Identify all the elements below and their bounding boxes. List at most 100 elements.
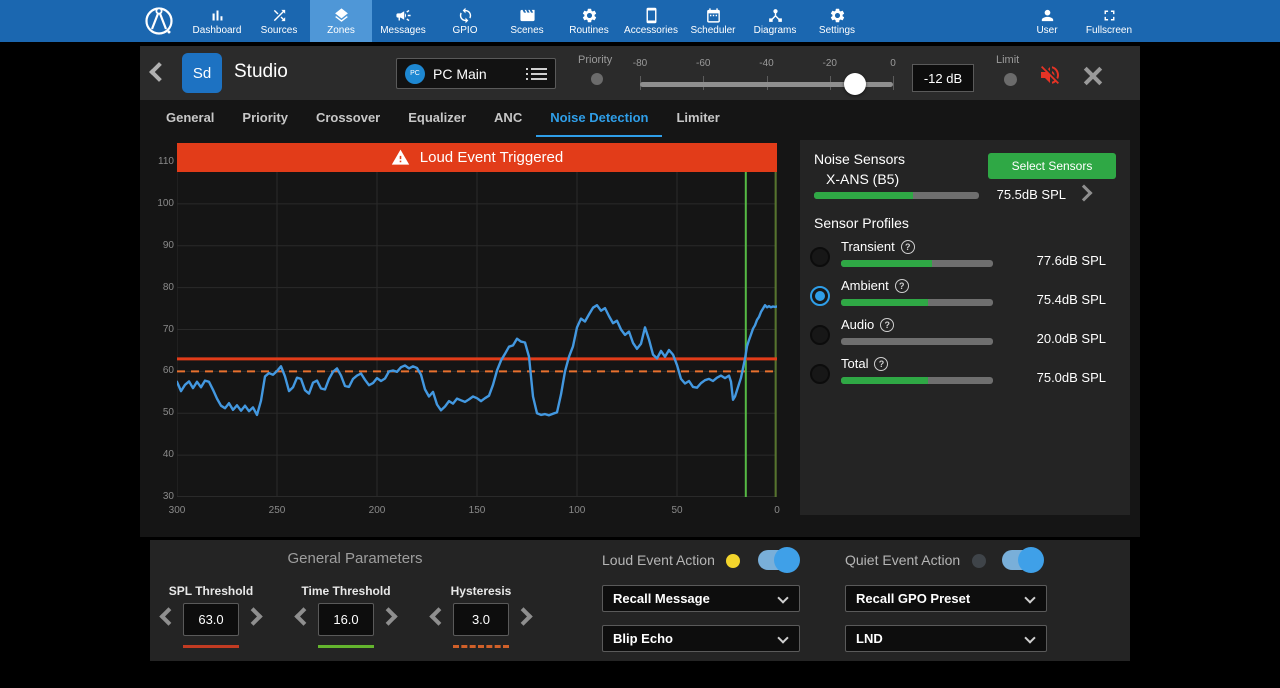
sources-icon — [271, 7, 288, 24]
profile-bar — [841, 260, 993, 267]
spl-threshold-label: SPL Threshold — [151, 584, 271, 598]
help-icon[interactable]: ? — [895, 279, 909, 293]
limit-label: Limit — [996, 54, 1019, 66]
nav-item-scenes[interactable]: Scenes — [496, 0, 558, 42]
zone-badge[interactable]: Sd — [182, 53, 222, 93]
audio-radio[interactable] — [810, 325, 830, 345]
hysteresis-field[interactable] — [453, 603, 509, 636]
loud-action-dropdown[interactable]: Recall Message — [602, 585, 800, 612]
volume-tick-label: -40 — [752, 58, 782, 69]
source-avatar: PC — [405, 64, 425, 84]
nav-item-label: Settings — [819, 25, 855, 36]
hysteresis-underline — [453, 645, 509, 648]
profile-value: 75.0dB SPL — [1037, 370, 1106, 385]
nav-item-label: Accessories — [624, 25, 678, 36]
volume-tick-mark — [893, 76, 894, 90]
user-icon — [1039, 7, 1056, 24]
loud-event-indicator — [726, 554, 740, 568]
zone-tabs: GeneralPriorityCrossoverEqualizerANCNois… — [152, 100, 734, 137]
y-tick-label: 30 — [150, 491, 174, 502]
tab-equalizer[interactable]: Equalizer — [394, 100, 480, 137]
sensor-profiles-title: Sensor Profiles — [814, 215, 909, 231]
tab-priority[interactable]: Priority — [228, 100, 302, 137]
noise-sensors-panel: Noise Sensors Select Sensors X-ANS (B5) … — [800, 140, 1130, 515]
ambient-radio[interactable] — [810, 286, 830, 306]
spl-threshold-field[interactable] — [183, 603, 239, 636]
nav-item-label: Scenes — [510, 25, 543, 36]
gpio-icon — [457, 7, 474, 24]
tab-crossover[interactable]: Crossover — [302, 100, 394, 137]
quiet-target-dropdown[interactable]: LND — [845, 625, 1047, 652]
source-selector[interactable]: PC PC Main — [396, 58, 556, 89]
help-icon[interactable]: ? — [901, 240, 915, 254]
x-tick-label: 300 — [162, 505, 192, 516]
spl-threshold-decrement[interactable] — [159, 607, 177, 625]
nav-item-fullscreen[interactable]: Fullscreen — [1078, 0, 1140, 42]
nav-item-dashboard[interactable]: Dashboard — [186, 0, 248, 42]
tab-anc[interactable]: ANC — [480, 100, 536, 137]
hysteresis-increment[interactable] — [514, 607, 532, 625]
nav-item-gpio[interactable]: GPIO — [434, 0, 496, 42]
profile-bar — [841, 377, 993, 384]
scheduler-icon — [705, 7, 722, 24]
sensor-level-bar — [814, 192, 979, 199]
profile-row-audio: Audio? 20.0dB SPL — [810, 317, 1120, 357]
nav-item-zones[interactable]: Zones — [310, 0, 372, 42]
x-tick-label: 150 — [462, 505, 492, 516]
mute-icon[interactable] — [1038, 63, 1062, 87]
select-sensors-button[interactable]: Select Sensors — [988, 153, 1116, 179]
transient-radio[interactable] — [810, 247, 830, 267]
loud-target-dropdown[interactable]: Blip Echo — [602, 625, 800, 652]
y-tick-label: 110 — [150, 156, 174, 167]
quiet-event-indicator — [972, 554, 986, 568]
nav-item-scheduler[interactable]: Scheduler — [682, 0, 744, 42]
spl-threshold-increment[interactable] — [244, 607, 262, 625]
quiet-event-toggle[interactable] — [1002, 550, 1042, 570]
help-icon[interactable]: ? — [880, 318, 894, 332]
time-threshold-decrement[interactable] — [294, 607, 312, 625]
zone-title: Studio — [234, 61, 288, 83]
time-threshold-field[interactable] — [318, 603, 374, 636]
nav-item-label: Sources — [261, 25, 298, 36]
close-icon[interactable] — [1082, 66, 1102, 86]
tab-limiter[interactable]: Limiter — [662, 100, 733, 137]
volume-tick-label: -80 — [625, 58, 655, 69]
scenes-icon — [519, 7, 536, 24]
nav-item-messages[interactable]: Messages — [372, 0, 434, 42]
hysteresis-decrement[interactable] — [429, 607, 447, 625]
nav-item-diagrams[interactable]: Diagrams — [744, 0, 806, 42]
profile-label: Transient — [841, 239, 895, 254]
volume-slider-thumb[interactable] — [844, 73, 866, 95]
nav-item-sources[interactable]: Sources — [248, 0, 310, 42]
zone-header: Sd Studio PC PC Main Priority -80-60-40-… — [140, 46, 1140, 100]
profile-bar — [841, 299, 993, 306]
time-threshold-underline — [318, 645, 374, 648]
spl-chart: Loud Event Triggered 1101009080706050403… — [150, 140, 790, 525]
nav-item-label: Scheduler — [690, 25, 735, 36]
accessories-icon — [643, 7, 660, 24]
routines-icon — [581, 7, 598, 24]
sensor-expand-chevron-icon[interactable] — [1076, 185, 1093, 202]
nav-item-settings[interactable]: Settings — [806, 0, 868, 42]
priority-indicator — [591, 73, 603, 85]
x-tick-label: 0 — [762, 505, 792, 516]
sensor-name: X-ANS (B5) — [826, 171, 899, 187]
quiet-action-dropdown[interactable]: Recall GPO Preset — [845, 585, 1047, 612]
tab-general[interactable]: General — [152, 100, 228, 137]
nav-item-user[interactable]: User — [1016, 0, 1078, 42]
nav-item-routines[interactable]: Routines — [558, 0, 620, 42]
profile-row-transient: Transient? 77.6dB SPL — [810, 239, 1120, 279]
tab-noise-detection[interactable]: Noise Detection — [536, 100, 662, 137]
time-threshold-increment[interactable] — [379, 607, 397, 625]
messages-icon — [395, 7, 412, 24]
nav-item-accessories[interactable]: Accessories — [620, 0, 682, 42]
total-radio[interactable] — [810, 364, 830, 384]
y-tick-label: 90 — [150, 240, 174, 251]
help-icon[interactable]: ? — [874, 357, 888, 371]
quiet-event-action-label: Quiet Event Action — [845, 552, 960, 568]
volume-value-field[interactable] — [912, 64, 974, 92]
noise-sensors-title: Noise Sensors — [814, 151, 905, 167]
back-button[interactable] — [149, 62, 169, 82]
loud-event-toggle[interactable] — [758, 550, 798, 570]
volume-tick-label: 0 — [878, 58, 908, 69]
